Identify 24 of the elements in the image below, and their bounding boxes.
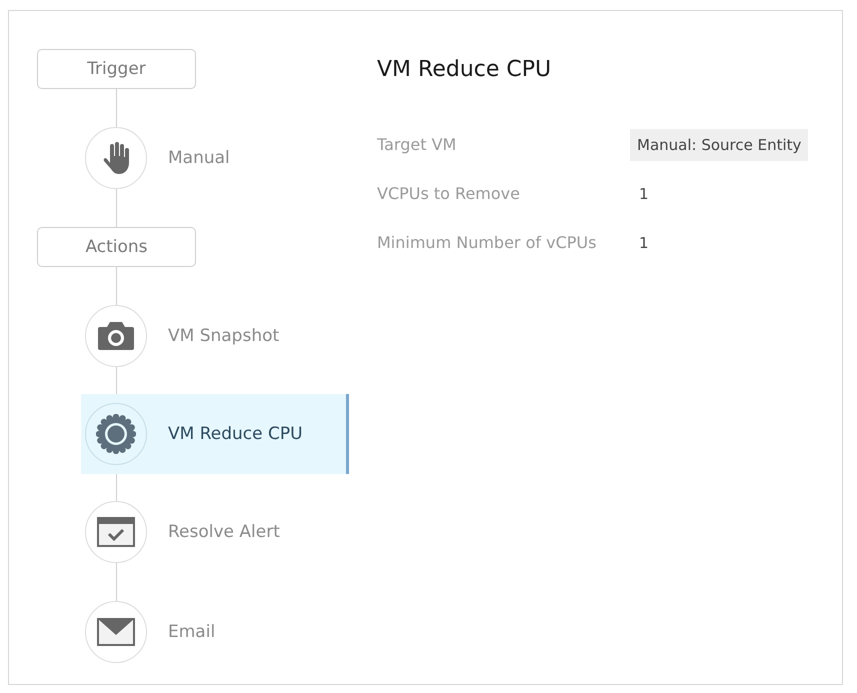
flow-step[interactable]: VM Reduce CPU — [81, 394, 349, 474]
stage-label: Trigger — [37, 49, 196, 89]
flow-step[interactable]: Resolve Alert — [81, 501, 349, 563]
field-value: 1 — [638, 232, 650, 254]
camera-icon — [98, 322, 134, 350]
field-label: Minimum Number of vCPUs — [377, 233, 598, 252]
gear-icon — [96, 414, 136, 454]
field-value: 1 — [638, 184, 650, 204]
step-label: VM Reduce CPU — [168, 424, 303, 444]
flow-step[interactable]: Manual — [81, 127, 349, 189]
stage-label: Actions — [37, 227, 196, 267]
details-title: VM Reduce CPU — [377, 57, 552, 82]
field-label: VCPUs to Remove — [377, 184, 521, 203]
check-window-icon — [97, 517, 135, 547]
step-label: Email — [168, 622, 216, 642]
step-label: Resolve Alert — [168, 522, 280, 542]
field-label: Target VM — [377, 135, 458, 154]
hand-icon — [103, 142, 129, 174]
envelope-icon — [97, 618, 135, 646]
step-label: VM Snapshot — [168, 326, 280, 346]
flow-step[interactable]: Email — [81, 601, 349, 663]
step-label: Manual — [168, 148, 230, 168]
flow-step[interactable]: VM Snapshot — [81, 305, 349, 367]
field-value: Manual: Source Entity — [630, 128, 808, 160]
